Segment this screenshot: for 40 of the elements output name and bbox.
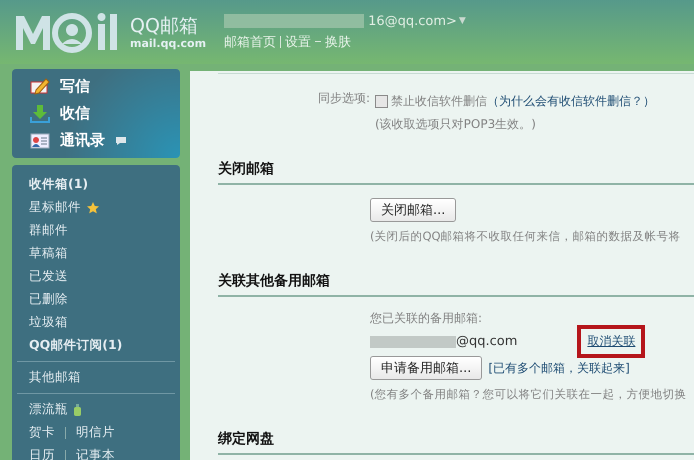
section-title: 关联其他备用邮箱	[218, 248, 694, 297]
section-title: 绑定网盘	[218, 406, 694, 455]
folder-link[interactable]: 明信片	[76, 424, 115, 441]
folder-link[interactable]: QQ邮件订阅(1)	[29, 337, 122, 354]
hint-text: (关闭后的QQ邮箱将不收取任何来信，邮箱的数据及帐号将	[370, 228, 682, 245]
folder-link[interactable]: 已删除	[29, 291, 68, 308]
folder-link[interactable]: 星标邮件	[29, 199, 81, 216]
folder-link[interactable]: 漂流瓶	[29, 401, 68, 418]
download-icon	[30, 104, 50, 123]
unlink-link[interactable]: 取消关联	[587, 334, 636, 348]
field-label: 同步选项:	[316, 90, 371, 107]
folder-link[interactable]: 草稿箱	[29, 245, 68, 262]
account-email[interactable]: 16@qq.com>	[368, 14, 457, 28]
logo-text: QQ邮箱	[130, 14, 199, 36]
section-title: 关闭邮箱	[218, 136, 694, 185]
action-button[interactable]: 申请备用邮箱...	[370, 356, 482, 380]
action-button[interactable]: 关闭邮箱...	[370, 198, 456, 222]
folder-link[interactable]: 已发送	[29, 268, 68, 285]
link[interactable]: [已有多个邮箱，关联起来]	[488, 360, 630, 376]
speech-bubble-icon	[115, 136, 127, 146]
folder-link[interactable]: 群邮件	[29, 222, 68, 239]
sidebar-action[interactable]: 收信	[60, 104, 90, 123]
compose-icon	[30, 77, 50, 96]
linked-label: 您已关联的备用邮箱:	[370, 310, 484, 327]
folder-link[interactable]: 贺卡	[29, 424, 55, 441]
star-icon	[87, 202, 99, 214]
folder-link[interactable]: 垃圾箱	[29, 314, 68, 331]
sidebar-action[interactable]: 写信	[60, 77, 90, 96]
bottle-icon	[74, 404, 81, 416]
hint-text: (该收取选项只对POP3生效。)	[375, 116, 537, 133]
linked-email: @qq.com	[456, 334, 518, 349]
checkbox[interactable]	[375, 95, 388, 108]
sidebar-action[interactable]: 通讯录	[60, 131, 105, 150]
checkbox-label: 禁止收信软件删信	[391, 93, 487, 110]
logo-domain: mail.qq.com	[130, 36, 206, 50]
folder-link[interactable]: 收件箱(1)	[29, 176, 88, 193]
folder-link[interactable]: 其他邮箱	[29, 369, 81, 386]
help-link[interactable]: （为什么会有收信软件删信？）	[487, 93, 655, 110]
contact-card-icon	[30, 131, 50, 150]
hint-text: (您有多个备用邮箱？您可以将它们关联在一起，方便地切换	[370, 386, 688, 403]
